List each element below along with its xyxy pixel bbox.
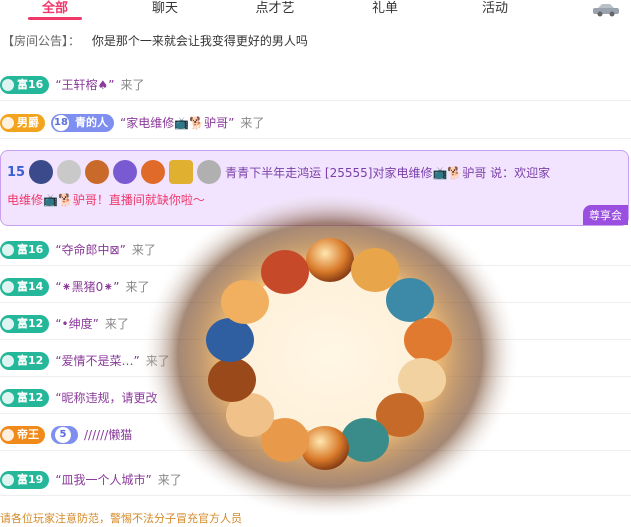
user-nickname[interactable]: “•绅度”	[55, 309, 99, 339]
car-icon[interactable]	[591, 3, 621, 17]
user-nickname[interactable]: “王轩榕♠”	[55, 70, 114, 100]
rank-badge: 富12	[0, 315, 50, 333]
message-text: 青青下半年走鸿运 [25555]对家电维修📺🐕驴哥 说：欢迎家	[225, 165, 551, 180]
silver-icon	[197, 160, 222, 184]
user-nickname[interactable]: //////懒猫	[84, 420, 132, 450]
rank-badge: 富16	[0, 241, 50, 259]
star-icon	[113, 160, 138, 184]
arrival-text: 来了	[240, 116, 265, 130]
tab-talent[interactable]: 点才艺	[220, 0, 330, 24]
rank-badge: 男爵	[0, 114, 45, 132]
rank-icon	[2, 117, 14, 129]
room-notice: 【房间公告】： 你是那个一来就会让我变得更好的男人吗	[0, 30, 631, 60]
notice-label: 【房间公告】：	[2, 34, 81, 48]
crown-icon	[85, 160, 110, 184]
user-level: 15	[7, 164, 26, 180]
gold-icon	[169, 160, 194, 184]
tab-chat[interactable]: 聊天	[110, 0, 220, 24]
rank-badge: 帝王	[0, 426, 45, 444]
level-badge: 5	[51, 426, 78, 444]
medal-icon	[29, 160, 54, 184]
vip-badge: 尊享会	[583, 205, 628, 225]
list-item: 男爵 18 青的人 “家电维修📺🐕驴哥” 来了	[0, 108, 631, 139]
tab-bar: 全部 聊天 点才艺 礼单 活动	[0, 0, 631, 24]
notice-text: 你是那个一来就会让我变得更好的男人吗	[91, 34, 308, 48]
user-nickname[interactable]: “⁕黑猪0⁕”	[55, 272, 119, 302]
spiral-icon	[57, 160, 82, 184]
rank-badge: 富14	[0, 278, 50, 296]
arrival-text: 来了	[120, 78, 145, 92]
bracelet-gift-animation	[140, 190, 520, 520]
user-nickname[interactable]: “爱情不是菜…”	[55, 346, 139, 376]
tab-activity[interactable]: 活动	[440, 0, 550, 24]
list-item: 富16 “王轩榕♠” 来了	[0, 70, 631, 101]
user-nickname[interactable]: “夺命郎中⊠”	[55, 235, 126, 265]
rank-badge: 富16	[0, 76, 50, 94]
user-nickname[interactable]: “家电维修📺🐕驴哥”	[120, 108, 234, 138]
tab-all[interactable]: 全部	[0, 0, 110, 24]
level-badge: 18 青的人	[51, 114, 114, 132]
rank-badge: 富12	[0, 389, 50, 407]
rank-icon	[2, 79, 14, 91]
rank-badge: 富19	[0, 471, 50, 489]
rank-badge: 富12	[0, 352, 50, 370]
fire-icon	[141, 160, 166, 184]
arrival-text: 来了	[104, 317, 129, 331]
tab-gift-list[interactable]: 礼单	[330, 0, 440, 24]
user-nickname[interactable]: “皿我一个人城市”	[55, 465, 151, 495]
